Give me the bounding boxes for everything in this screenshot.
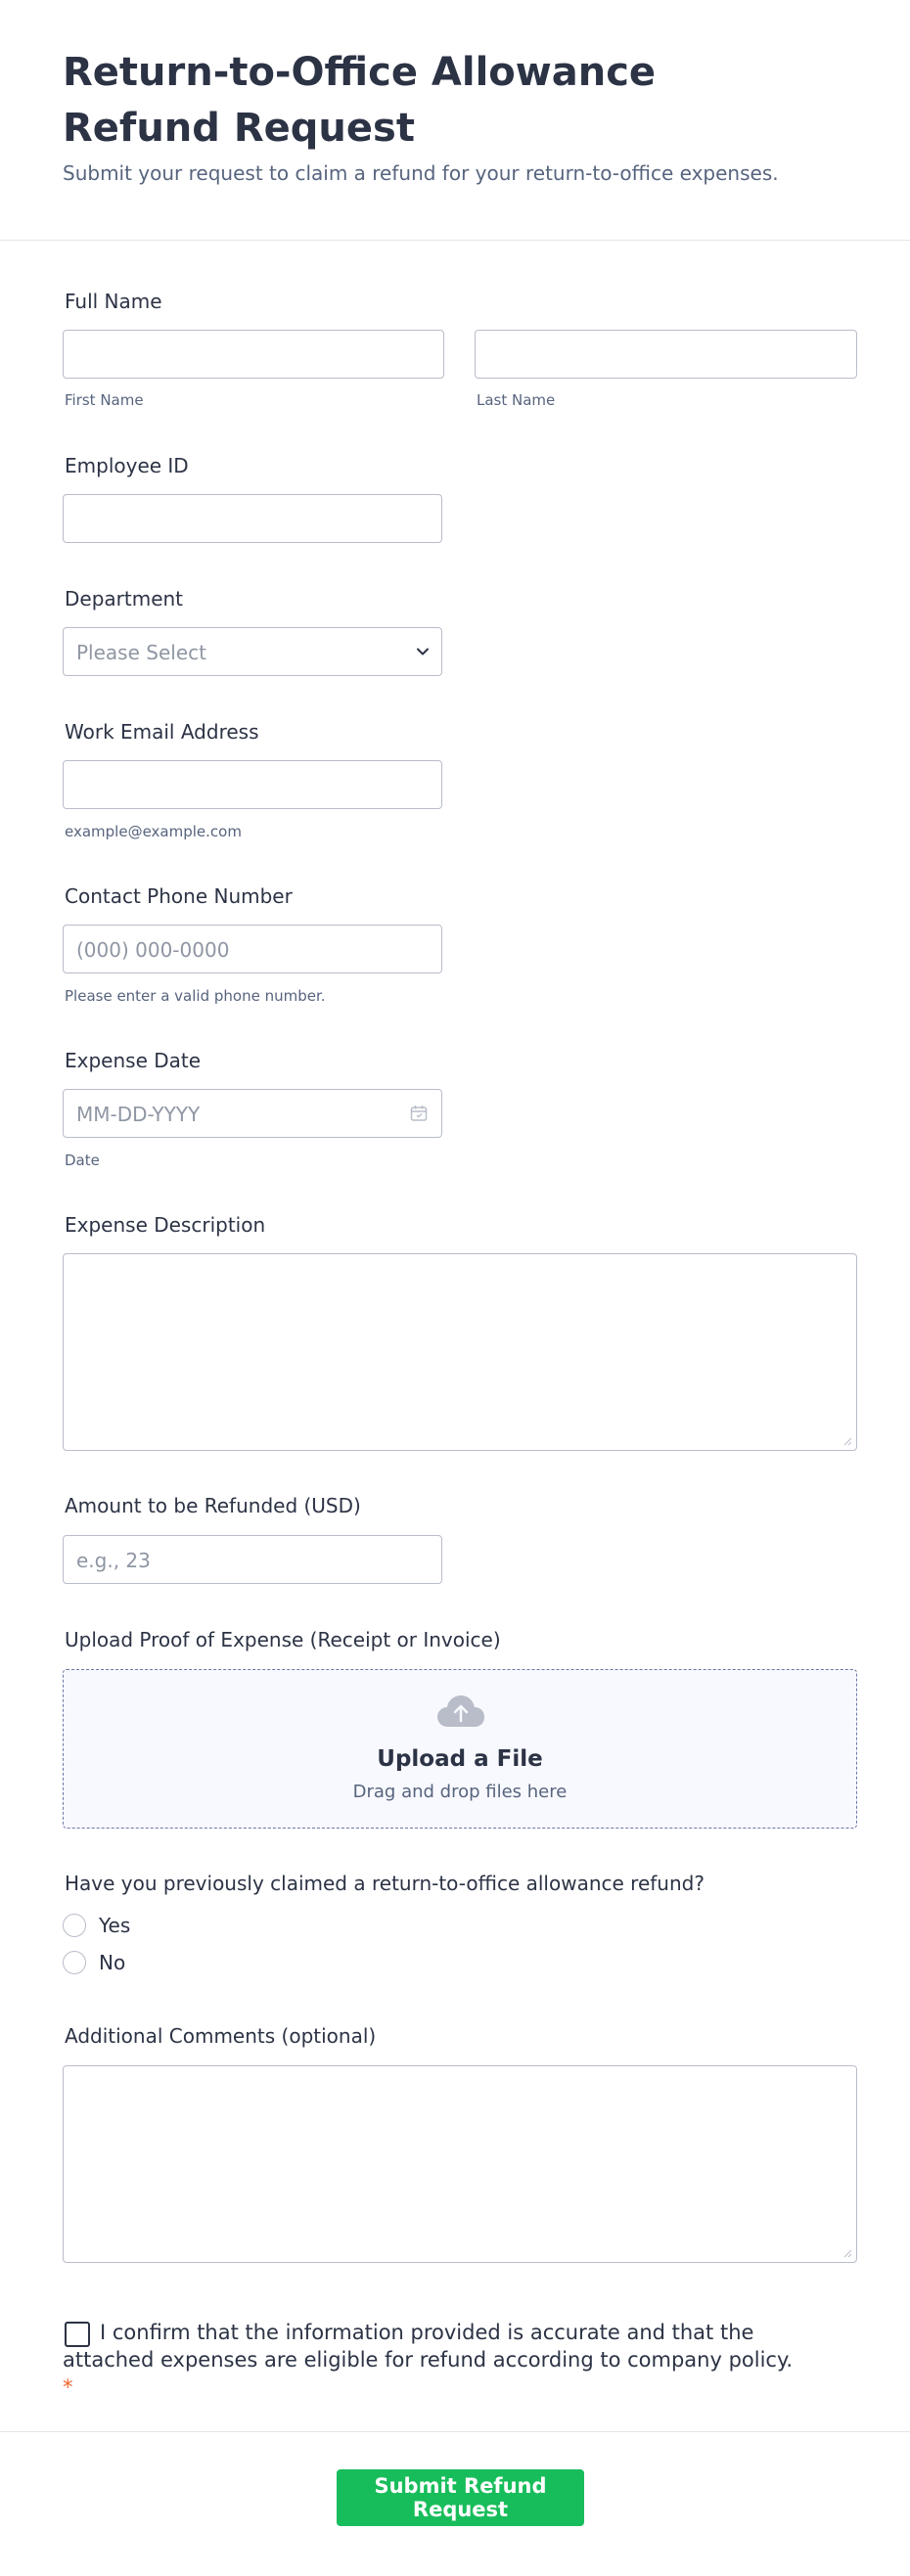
file-upload-dropzone[interactable]: Upload a File Drag and drop files here: [63, 1669, 857, 1829]
amount-label: Amount to be Refunded (USD): [65, 1494, 361, 1517]
chevron-down-icon: [417, 648, 429, 655]
previous-claim-label: Have you previously claimed a return-to-…: [65, 1872, 705, 1895]
expense-description-label: Expense Description: [65, 1213, 266, 1237]
department-selected-value: Please Select: [76, 641, 206, 664]
last-name-input[interactable]: [475, 330, 857, 379]
form-title: Return-to-Office Allowance Refund Reques…: [63, 50, 657, 151]
expense-date-placeholder: MM-DD-YYYY: [76, 1103, 201, 1126]
employee-id-input[interactable]: [63, 494, 442, 543]
expense-date-label: Expense Date: [65, 1049, 202, 1072]
department-select[interactable]: Please Select: [63, 627, 442, 676]
expense-description-textarea[interactable]: [63, 1253, 857, 1451]
expense-date-input[interactable]: MM-DD-YYYY: [63, 1089, 442, 1138]
amount-placeholder: e.g., 23: [76, 1549, 151, 1572]
department-label: Department: [65, 587, 184, 610]
required-mark: *: [63, 2375, 73, 2399]
radio-no-label[interactable]: No: [99, 1951, 125, 1974]
work-email-input[interactable]: [63, 760, 442, 809]
confirm-text: I confirm that the information provided …: [63, 2319, 806, 2401]
amount-input[interactable]: e.g., 23: [63, 1535, 442, 1584]
upload-subtitle: Drag and drop files here: [352, 1782, 568, 1802]
work-email-label: Work Email Address: [65, 720, 259, 744]
confirm-label: I confirm that the information provided …: [63, 2321, 794, 2372]
resize-grip-icon[interactable]: [843, 1437, 852, 1446]
work-email-sublabel: example@example.com: [65, 823, 242, 840]
phone-placeholder: (000) 000-0000: [76, 938, 230, 962]
form-header: Return-to-Office Allowance Refund Reques…: [0, 0, 910, 241]
calendar-icon[interactable]: [410, 1105, 428, 1122]
first-name-sublabel: First Name: [65, 391, 144, 409]
submit-button[interactable]: Submit Refund Request: [337, 2469, 584, 2526]
radio-no[interactable]: [63, 1951, 86, 1974]
form-page: Return-to-Office Allowance Refund Reques…: [0, 0, 910, 2576]
upload-title: Upload a File: [377, 1746, 543, 1772]
comments-textarea[interactable]: [63, 2065, 857, 2263]
first-name-input[interactable]: [63, 330, 444, 379]
resize-grip-icon[interactable]: [843, 2249, 852, 2258]
phone-label: Contact Phone Number: [65, 884, 293, 908]
radio-yes[interactable]: [63, 1914, 86, 1937]
employee-id-label: Employee ID: [65, 454, 189, 477]
footer-divider: [0, 2431, 910, 2432]
upload-label: Upload Proof of Expense (Receipt or Invo…: [65, 1628, 501, 1651]
expense-date-sublabel: Date: [65, 1152, 100, 1169]
comments-label: Additional Comments (optional): [65, 2024, 377, 2048]
form-subtitle: Submit your request to claim a refund fo…: [63, 161, 779, 185]
radio-yes-label[interactable]: Yes: [99, 1914, 130, 1937]
full-name-label: Full Name: [65, 290, 162, 313]
phone-input[interactable]: (000) 000-0000: [63, 925, 442, 973]
cloud-upload-icon: [437, 1695, 484, 1727]
last-name-sublabel: Last Name: [477, 391, 556, 409]
phone-sublabel: Please enter a valid phone number.: [65, 987, 326, 1005]
